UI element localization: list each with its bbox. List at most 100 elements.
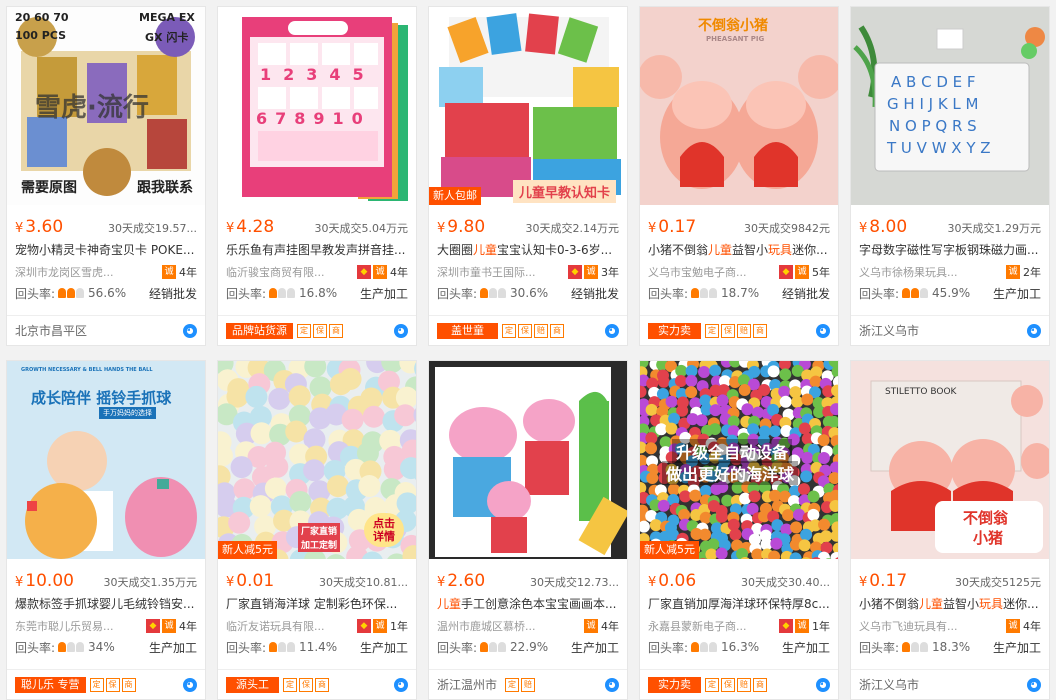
wangwang-chat-icon[interactable]: ◕ [816,678,830,692]
shop-name[interactable]: 永嘉县蒙新电子商... [648,618,777,634]
product-price: ¥9.80 [437,217,485,239]
wangwang-chat-icon[interactable]: ◕ [816,324,830,338]
shop-tag[interactable]: 聪儿乐 专营 [15,677,86,693]
location: 北京市昌平区 [15,322,183,339]
product-card[interactable]: ¥2.6030天成交12.73... 儿童手工创意涂色本宝宝画画本... 温州市… [428,360,628,700]
shop-name[interactable]: 温州市鹿城区慕桥... [437,618,582,634]
years-badge: 4年 [179,264,197,280]
wangwang-chat-icon[interactable]: ◕ [394,678,408,692]
image-text: STILETTO BOOK [885,387,956,397]
image-text: 20 60 70 [15,11,69,24]
shop-tag[interactable]: 品牌站货源 [226,323,293,339]
shop-tag[interactable]: 源头工 [226,677,279,693]
business-type: 生产加工 [360,639,408,656]
image-text: 加工定制 [298,537,340,552]
sales-volume: 30天成交1.35万元 [104,574,198,590]
years-badge: 2年 [1023,264,1041,280]
product-title[interactable]: 厂家直销加厚海洋球环保特厚8c... [648,596,830,612]
product-title[interactable]: 大圈圈儿童宝宝认知卡0-3-6岁... [437,242,619,258]
shop-tag[interactable]: 实力卖 [648,323,701,339]
wangwang-chat-icon[interactable]: ◕ [605,324,619,338]
product-card[interactable]: A B C D E F G H I J K L M N O P Q R S T … [850,6,1050,346]
product-card[interactable]: 20 60 70 MEGA EX 100 PCS GX 闪卡 雪虎·流行 需要原… [6,6,206,346]
service-icon: 商 [753,678,767,692]
repeat-rate-icon [480,642,507,652]
product-image[interactable]: STILETTO BOOK 不倒翁 小猪 [851,361,1049,559]
product-title[interactable]: 厂家直销海洋球 定制彩色环保... [226,596,408,612]
shop-name[interactable]: 义乌市宝勉电子商... [648,264,777,280]
years-badge: 3年 [601,264,619,280]
image-text: 成长陪伴 摇铃手抓球 [31,387,171,408]
product-title[interactable]: 儿童手工创意涂色本宝宝画画本... [437,596,619,612]
product-image[interactable]: 12345 678910 [218,7,416,205]
sales-volume: 30天成交5125元 [955,574,1041,590]
shop-name[interactable]: 东莞市聪儿乐贸易... [15,618,144,634]
product-title[interactable]: 小猪不倒翁儿童益智小玩具迷你... [648,242,830,258]
product-title[interactable]: 爆款标签手抓球婴儿毛绒铃铛安... [15,596,197,612]
wangwang-chat-icon[interactable]: ◕ [1027,678,1041,692]
service-icon: 定 [705,324,719,338]
repeat-rate-value: 30.6% [510,286,548,300]
image-text: 雪虎·流行 [35,87,149,124]
image-text: A B C D E F [891,73,976,91]
product-title[interactable]: 乐乐鱼有声挂图早教发声拼音挂... [226,242,408,258]
image-text: PHEASANT PIG [706,35,764,43]
product-image[interactable]: 成长陪伴 摇铃手抓球 手万妈妈的选择 GROWTH NECESSARY & BE… [7,361,205,559]
sales-volume: 30天成交9842元 [744,220,830,236]
wangwang-chat-icon[interactable]: ◕ [605,678,619,692]
years-badge: 5年 [812,264,830,280]
trust-badge-icon: 诚 [584,619,598,633]
trust-badge-icon: 诚 [795,265,809,279]
repeat-rate-value: 18.7% [721,286,759,300]
trust-badge-icon: 诚 [1006,619,1020,633]
repeat-rate-label: 回头率: [648,639,688,656]
product-card[interactable]: 新人包邮 儿童早教认知卡 ¥9.8030天成交2.14万元 大圈圈儿童宝宝认知卡… [428,6,628,346]
shop-name[interactable]: 义乌市飞迪玩具有... [859,618,1004,634]
product-title[interactable]: 小猪不倒翁儿童益智小玩具迷你... [859,596,1041,612]
repeat-rate-label: 回头率: [437,639,477,656]
product-image[interactable]: 20 60 70 MEGA EX 100 PCS GX 闪卡 雪虎·流行 需要原… [7,7,205,205]
product-card[interactable]: 新人减5元 厂家直销 加工定制 点击详情 ¥0.0130天成交10.81... … [217,360,417,700]
wangwang-chat-icon[interactable]: ◕ [183,324,197,338]
shop-name[interactable]: 临沂友诺玩具有限... [226,618,355,634]
product-card[interactable]: STILETTO BOOK 不倒翁 小猪 ¥0.1730天成交5125元 小猪不… [850,360,1050,700]
image-text: 点击详情 [364,513,404,547]
service-icon: 定 [297,324,311,338]
years-badge: 4年 [390,264,408,280]
product-card[interactable]: 成长陪伴 摇铃手抓球 手万妈妈的选择 GROWTH NECESSARY & BE… [6,360,206,700]
business-type: 经销批发 [149,285,197,302]
shop-name[interactable]: 义乌市徐杨果玩具... [859,264,1004,280]
service-icon: 商 [753,324,767,338]
repeat-rate-value: 56.6% [88,286,126,300]
product-card[interactable]: 新人减5元 升级全自动设备 做出更好的海洋球 ¥0.0630天成交30.40..… [639,360,839,700]
business-type: 生产加工 [993,285,1041,302]
product-image[interactable] [429,361,627,559]
sales-volume: 30天成交12.73... [530,574,619,590]
wangwang-chat-icon[interactable]: ◕ [183,678,197,692]
service-icon: 定 [90,678,104,692]
service-icon: 商 [550,324,564,338]
product-title[interactable]: 宠物小精灵卡神奇宝贝卡 POKE... [15,242,197,258]
shop-name[interactable]: 临沂骏宝商贸有限... [226,264,355,280]
years-badge: 4年 [1023,618,1041,634]
repeat-rate-label: 回头率: [859,285,899,302]
service-icon: 商 [122,678,136,692]
product-card[interactable]: 不倒翁小猪 PHEASANT PIG ¥0.1730天成交9842元 小猪不倒翁… [639,6,839,346]
shop-name[interactable]: 深圳市龙岗区雪虎... [15,264,160,280]
product-image[interactable]: 不倒翁小猪 PHEASANT PIG [640,7,838,205]
product-image[interactable]: 新人减5元 厂家直销 加工定制 点击详情 [218,361,416,559]
product-image[interactable]: 新人减5元 升级全自动设备 做出更好的海洋球 [640,361,838,559]
product-image[interactable]: 新人包邮 儿童早教认知卡 [429,7,627,205]
repeat-rate-label: 回头率: [226,639,266,656]
shop-name[interactable]: 深圳市童书王国际... [437,264,566,280]
shop-tag[interactable]: 盖世童 [437,323,498,339]
service-icon: 保 [721,678,735,692]
shop-tag[interactable]: 实力卖 [648,677,701,693]
years-badge: 1年 [390,618,408,634]
product-title[interactable]: 字母数字磁性写字板钢珠磁力画... [859,242,1041,258]
service-icon: 定 [505,678,519,692]
wangwang-chat-icon[interactable]: ◕ [394,324,408,338]
wangwang-chat-icon[interactable]: ◕ [1027,324,1041,338]
product-image[interactable]: A B C D E F G H I J K L M N O P Q R S T … [851,7,1049,205]
product-card[interactable]: 12345 678910 ¥4.2830天成交5.04万元 乐乐鱼有声挂图早教发… [217,6,417,346]
